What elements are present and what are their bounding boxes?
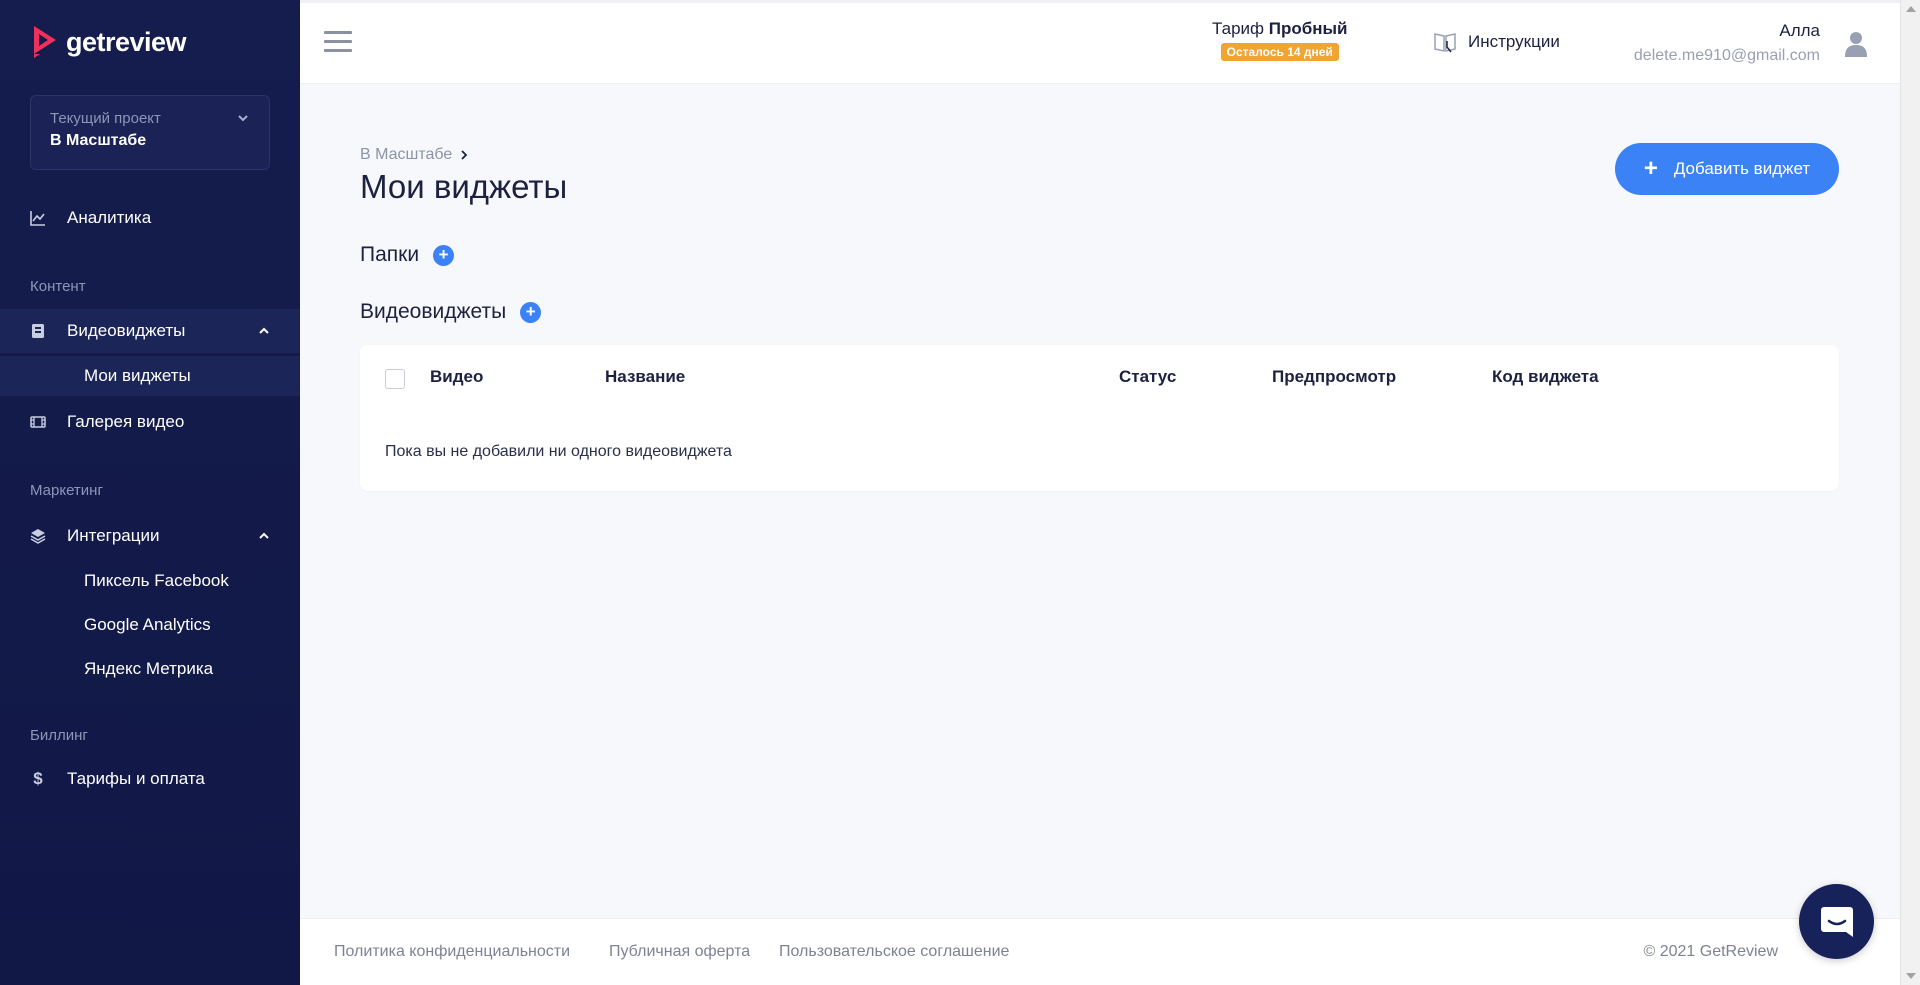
empty-state-text: Пока вы не добавили ни одного видеовидже… (385, 443, 732, 460)
sidebar-item-label: Видеовиджеты (67, 321, 186, 340)
scrollbar[interactable] (1900, 0, 1920, 985)
chat-icon (1820, 906, 1853, 937)
plus-icon: + (1643, 155, 1658, 182)
column-header-video[interactable]: Видео (430, 367, 483, 387)
sidebar-section-content: Контент (30, 278, 86, 295)
instructions-label: Инструкции (1468, 32, 1560, 51)
sidebar-item-label: Аналитика (67, 208, 152, 227)
breadcrumb: В Масштабе (360, 146, 468, 164)
scroll-up-icon[interactable] (1906, 6, 1916, 12)
add-widget-label: Добавить виджет (1673, 159, 1811, 178)
user-avatar-icon[interactable] (1844, 31, 1868, 57)
sidebar-section-marketing: Маркетинг (30, 482, 103, 499)
footer: Политика конфиденциальности Публичная оф… (300, 918, 1900, 985)
sidebar-item-billing[interactable]: $ Тарифы и оплата (0, 757, 300, 801)
user-email: delete.me910@gmail.com (1633, 47, 1820, 64)
sidebar-subitem-google-analytics[interactable]: Google Analytics (0, 605, 300, 645)
breadcrumb-project[interactable]: В Масштабе (360, 146, 452, 164)
sidebar-subitem-facebook-pixel[interactable]: Пиксель Facebook (0, 561, 300, 601)
footer-link-privacy[interactable]: Политика конфиденциальности (334, 943, 570, 961)
sidebar-subitem-yandex-metrika[interactable]: Яндекс Метрика (0, 649, 300, 689)
sidebar-item-label: Яндекс Метрика (84, 659, 214, 678)
videowidgets-section: Видеовиджеты + (360, 300, 542, 324)
sidebar-item-label: Пиксель Facebook (84, 571, 229, 590)
project-caption: Текущий проект (50, 110, 161, 127)
tariff-name: Пробный (1268, 19, 1348, 38)
book-icon (1434, 33, 1456, 53)
add-videowidget-icon[interactable]: + (520, 301, 542, 323)
footer-link-agreement[interactable]: Пользовательское соглашение (779, 943, 1009, 961)
chat-launcher-button[interactable] (1799, 884, 1874, 959)
chevron-right-icon (461, 150, 468, 160)
sidebar-item-videowidgets[interactable]: Видеовиджеты (0, 309, 300, 353)
select-all-checkbox[interactable] (385, 369, 405, 389)
tariff-info[interactable]: Тариф Пробный Осталось 14 дней (1212, 19, 1347, 61)
menu-toggle-icon[interactable] (324, 31, 352, 53)
trial-badge: Осталось 14 дней (1220, 43, 1339, 61)
sidebar-section-billing: Биллинг (30, 727, 88, 744)
widget-icon (32, 324, 44, 338)
sidebar: getreview Текущий проект В Масштабе Анал… (0, 0, 300, 985)
logo[interactable]: getreview (30, 24, 187, 60)
project-selector[interactable]: Текущий проект В Масштабе (30, 95, 270, 170)
column-header-name[interactable]: Название (605, 367, 685, 387)
tariff-line: Тариф Пробный (1212, 19, 1347, 39)
column-header-status[interactable]: Статус (1119, 367, 1176, 387)
user-name: Алла (1779, 21, 1820, 40)
dollar-icon: $ (33, 769, 43, 788)
logo-text: getreview (66, 26, 187, 57)
chevron-down-icon (238, 115, 248, 122)
top-header: Тариф Пробный Осталось 14 дней Инструкци… (300, 0, 1900, 83)
sidebar-item-integrations[interactable]: Интеграции (0, 514, 300, 558)
sidebar-item-label: Google Analytics (84, 615, 211, 634)
page-title: Мои виджеты (360, 168, 568, 205)
sidebar-item-label: Тарифы и оплата (67, 769, 205, 788)
add-folder-icon[interactable]: + (433, 244, 455, 266)
column-header-preview[interactable]: Предпросмотр (1272, 367, 1396, 387)
footer-link-offer[interactable]: Публичная оферта (609, 943, 750, 961)
videowidgets-title: Видеовиджеты (360, 300, 507, 323)
column-header-code[interactable]: Код виджета (1492, 367, 1599, 387)
sidebar-item-gallery[interactable]: Галерея видео (0, 400, 300, 444)
user-info[interactable]: Алла delete.me910@gmail.com (1634, 21, 1820, 65)
folders-section: Папки + (360, 243, 455, 267)
layers-icon (30, 529, 46, 544)
copyright: © 2021 GetReview (1643, 943, 1778, 960)
sidebar-item-label: Интеграции (67, 526, 160, 545)
sidebar-item-label: Мои виджеты (84, 366, 191, 385)
folders-title: Папки (360, 243, 420, 266)
project-name: В Масштабе (50, 132, 147, 149)
sidebar-item-label: Галерея видео (67, 412, 185, 431)
tariff-prefix: Тариф (1212, 19, 1265, 38)
instructions-link[interactable]: Инструкции (1432, 29, 1560, 55)
logo-mark-icon (34, 26, 56, 58)
chart-line-icon (30, 211, 45, 226)
sidebar-item-analytics[interactable]: Аналитика (0, 196, 300, 240)
chevron-up-icon (259, 327, 269, 334)
chevron-up-icon (259, 532, 269, 539)
widgets-table: Видео Название Статус Предпросмотр Код в… (360, 345, 1839, 491)
scroll-down-icon[interactable] (1906, 973, 1916, 979)
film-icon (30, 416, 46, 428)
add-widget-button[interactable]: + Добавить виджет (1615, 143, 1839, 195)
sidebar-subitem-my-widgets[interactable]: Мои виджеты (0, 356, 300, 396)
